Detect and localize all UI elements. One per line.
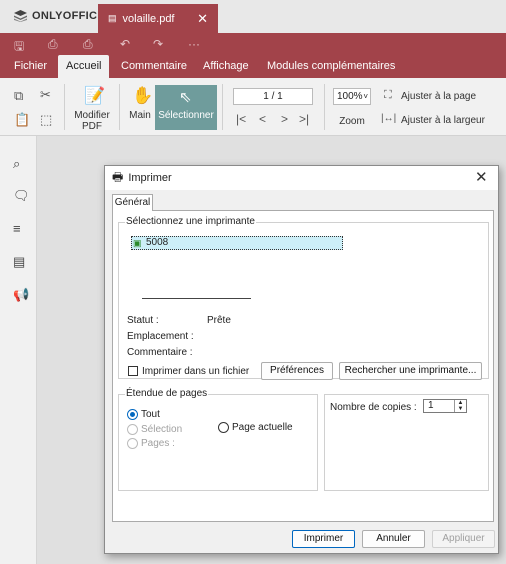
next-page-icon[interactable]: > xyxy=(281,112,288,126)
print-dialog: 🖶 Imprimer ✕ Général Sélectionnez une im… xyxy=(104,165,499,554)
print-to-file-checkbox[interactable] xyxy=(128,366,138,376)
location-label: Emplacement : xyxy=(127,331,194,342)
copies-value: 1 xyxy=(428,400,434,411)
first-page-icon[interactable]: |< xyxy=(236,112,246,126)
preferences-button[interactable]: Préférences xyxy=(261,362,333,380)
undo-icon[interactable]: ↶ xyxy=(120,37,130,51)
tab-fichier[interactable]: Fichier xyxy=(14,55,47,78)
modify-pdf-icon[interactable]: 📝 xyxy=(84,86,105,106)
print-to-file-label[interactable]: Imprimer dans un fichier xyxy=(142,366,249,377)
fit-width-icon[interactable]: |↔| xyxy=(381,113,396,124)
page-number-input[interactable]: 1 / 1 xyxy=(233,88,313,105)
tab-general[interactable]: Général xyxy=(112,194,153,211)
copies-label: Nombre de copies : xyxy=(330,402,417,413)
select-all-icon[interactable]: ⬚ xyxy=(40,112,52,128)
copies-input[interactable]: 1 ▲ ▼ xyxy=(423,399,467,413)
redo-icon[interactable]: ↷ xyxy=(153,37,163,51)
print-icon[interactable]: ⎙ xyxy=(48,37,58,52)
range-selection-radio[interactable] xyxy=(127,424,138,435)
select-button[interactable]: ⇖ Sélectionner xyxy=(155,85,217,130)
pdf-file-icon: ▤ xyxy=(108,13,117,23)
last-page-icon[interactable]: >| xyxy=(299,112,309,126)
fit-page-button[interactable]: Ajuster à la page xyxy=(401,91,476,102)
onlyoffice-logo-icon xyxy=(14,10,27,22)
range-all-label[interactable]: Tout xyxy=(141,409,160,420)
printer-group-title: Sélectionnez une imprimante xyxy=(125,216,256,227)
zoom-select[interactable]: 100% ˅ xyxy=(333,88,371,105)
dialog-title-bar: 🖶 Imprimer xyxy=(105,166,498,190)
range-current-radio[interactable] xyxy=(218,422,229,433)
tab-accueil[interactable]: Accueil xyxy=(58,55,110,78)
printer-icon: 🖶 xyxy=(112,169,124,184)
copy-icon[interactable]: ⧉ xyxy=(14,88,23,104)
ribbon: ⧉ ✂ 📋 ⬚ 📝 Modifier PDF ✋ Main xyxy=(0,78,506,136)
app-logo: ONLYOFFICE xyxy=(14,10,105,22)
tab-panel: Sélectionnez une imprimante ▣ 5008 Statu… xyxy=(112,210,494,522)
cut-icon[interactable]: ✂ xyxy=(40,87,51,103)
range-current-label[interactable]: Page actuelle xyxy=(232,422,293,433)
close-icon[interactable]: ✕ xyxy=(475,168,488,186)
comments-icon[interactable]: 🗨 xyxy=(13,188,30,204)
prev-page-icon[interactable]: < xyxy=(259,112,266,126)
fit-page-icon[interactable]: ⛶ xyxy=(384,89,392,102)
apply-button: Appliquer xyxy=(432,530,495,548)
fit-width-button[interactable]: Ajuster à la largeur xyxy=(401,115,485,126)
quick-access-bar: 🖫 ⎙ ⎙ ↶ ↷ ··· xyxy=(0,33,506,55)
app-name: ONLYOFFICE xyxy=(32,10,105,22)
printer-icon: ▣ xyxy=(133,238,142,248)
range-selection-label: Sélection xyxy=(141,424,183,435)
hand-button[interactable]: Main xyxy=(124,110,156,121)
chevron-down-icon: ˅ xyxy=(363,92,368,101)
file-tab[interactable]: ▤ volaille.pdf ✕ xyxy=(98,4,218,33)
find-printer-button[interactable]: Rechercher une imprimante... xyxy=(339,362,482,380)
range-all-radio[interactable] xyxy=(127,409,138,420)
status-label: Statut : xyxy=(127,315,159,326)
range-pages-radio[interactable] xyxy=(127,438,138,449)
cursor-icon: ⇖ xyxy=(179,89,192,106)
printer-item-5008[interactable]: ▣ 5008 xyxy=(131,236,343,250)
page-range-title: Étendue de pages xyxy=(125,388,209,399)
dialog-title: Imprimer xyxy=(128,172,172,184)
close-tab-icon[interactable]: ✕ xyxy=(197,11,208,27)
tab-affichage[interactable]: Affichage xyxy=(203,55,249,78)
range-pages-label: Pages : xyxy=(141,438,175,449)
headings-icon[interactable]: ≡ xyxy=(13,221,21,236)
print-button[interactable]: Imprimer xyxy=(292,530,355,548)
printer-name: 5008 xyxy=(146,237,169,248)
comment-label: Commentaire : xyxy=(127,347,193,358)
cancel-button[interactable]: Annuler xyxy=(362,530,425,548)
quick-print-icon[interactable]: ⎙ xyxy=(83,37,93,52)
paste-icon[interactable]: 📋 xyxy=(14,112,30,128)
file-tab-label: volaille.pdf xyxy=(122,12,175,25)
spinner-icon[interactable]: ▲ ▼ xyxy=(454,400,466,412)
hand-icon[interactable]: ✋ xyxy=(132,86,153,106)
thumbnails-icon[interactable]: ▤ xyxy=(13,254,25,270)
modify-pdf-button[interactable]: Modifier PDF xyxy=(71,110,113,132)
select-label: Sélectionner xyxy=(158,110,214,121)
tab-commentaire[interactable]: Commentaire xyxy=(121,55,187,78)
zoom-label: Zoom xyxy=(339,116,365,127)
more-icon[interactable]: ··· xyxy=(188,37,200,51)
left-sidebar: ⌕ 🗨 ≡ ▤ 📢 xyxy=(0,136,37,564)
title-bar: ONLYOFFICE ▤ volaille.pdf ✕ xyxy=(0,0,506,33)
status-value: Prête xyxy=(207,315,231,326)
divider xyxy=(142,298,251,299)
feedback-icon[interactable]: 📢 xyxy=(13,287,29,303)
menu-bar: Fichier Accueil Commentaire Affichage Mo… xyxy=(0,55,506,78)
search-icon[interactable]: ⌕ xyxy=(13,156,20,172)
tab-modules[interactable]: Modules complémentaires xyxy=(267,55,395,78)
zoom-value: 100% xyxy=(337,91,363,102)
